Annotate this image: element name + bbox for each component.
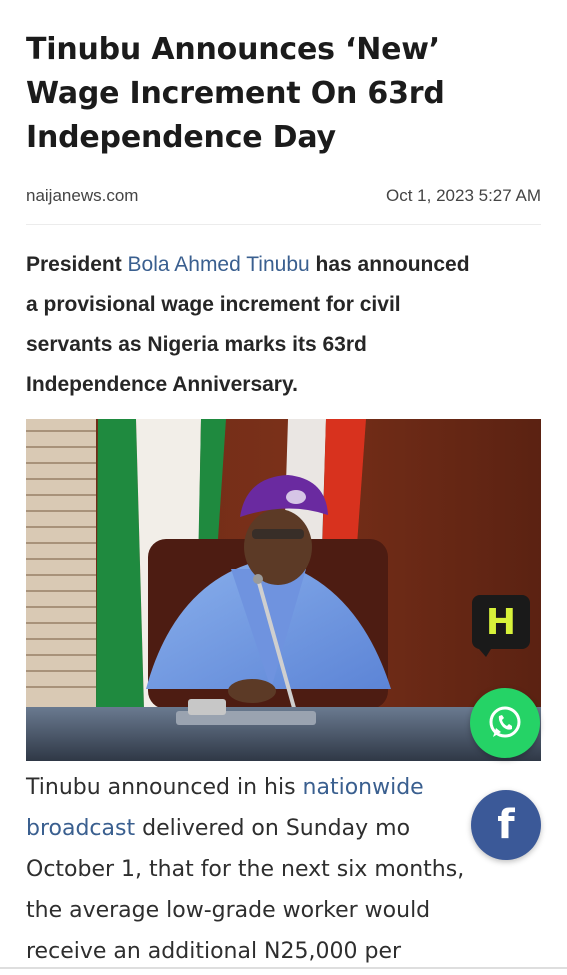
person-link[interactable]: Bola Ahmed Tinubu xyxy=(128,253,310,276)
lead-text: has announced xyxy=(309,253,470,276)
publish-date: Oct 1, 2023 5:27 AM xyxy=(386,186,541,205)
title-line: Tinubu Announces ‘New’ xyxy=(26,32,440,67)
divider xyxy=(0,967,567,969)
facebook-icon: f xyxy=(497,802,515,848)
title-line: Independence Day xyxy=(26,120,336,155)
lead-text: a provisional wage increment for civil xyxy=(26,293,401,316)
facebook-share-button[interactable]: f xyxy=(471,790,541,860)
body-text: delivered on Sunday mo xyxy=(135,816,411,841)
lead-text: President xyxy=(26,253,128,276)
lead-text: servants as Nigeria marks its 63rd xyxy=(26,333,367,356)
whatsapp-share-button[interactable] xyxy=(470,688,540,758)
body-text: October 1, that for the next six months, xyxy=(26,857,465,882)
body-text: receive an additional N25,000 per xyxy=(26,939,402,964)
lead-text: Independence Anniversary. xyxy=(26,373,298,396)
article-title: Tinubu Announces ‘New’ Wage Increment On… xyxy=(26,0,541,160)
president-photo-illustration: H xyxy=(26,419,541,761)
body-text: the average low-grade worker would xyxy=(26,898,431,923)
lead-paragraph: President Bola Ahmed Tinubu has announce… xyxy=(26,245,541,405)
photo-logo: H xyxy=(486,602,516,643)
title-line: Wage Increment On 63rd xyxy=(26,76,445,111)
body-paragraph: Tinubu announced in his nationwide broadc… xyxy=(26,767,541,972)
broadcast-link[interactable]: broadcast xyxy=(26,816,135,841)
article-meta: naijanews.com Oct 1, 2023 5:27 AM xyxy=(26,186,541,225)
body-text: Tinubu announced in his xyxy=(26,775,303,800)
article-photo: H xyxy=(26,419,541,761)
whatsapp-icon xyxy=(489,706,521,738)
source-link[interactable]: naijanews.com xyxy=(26,186,138,206)
broadcast-link[interactable]: nationwide xyxy=(303,775,424,800)
